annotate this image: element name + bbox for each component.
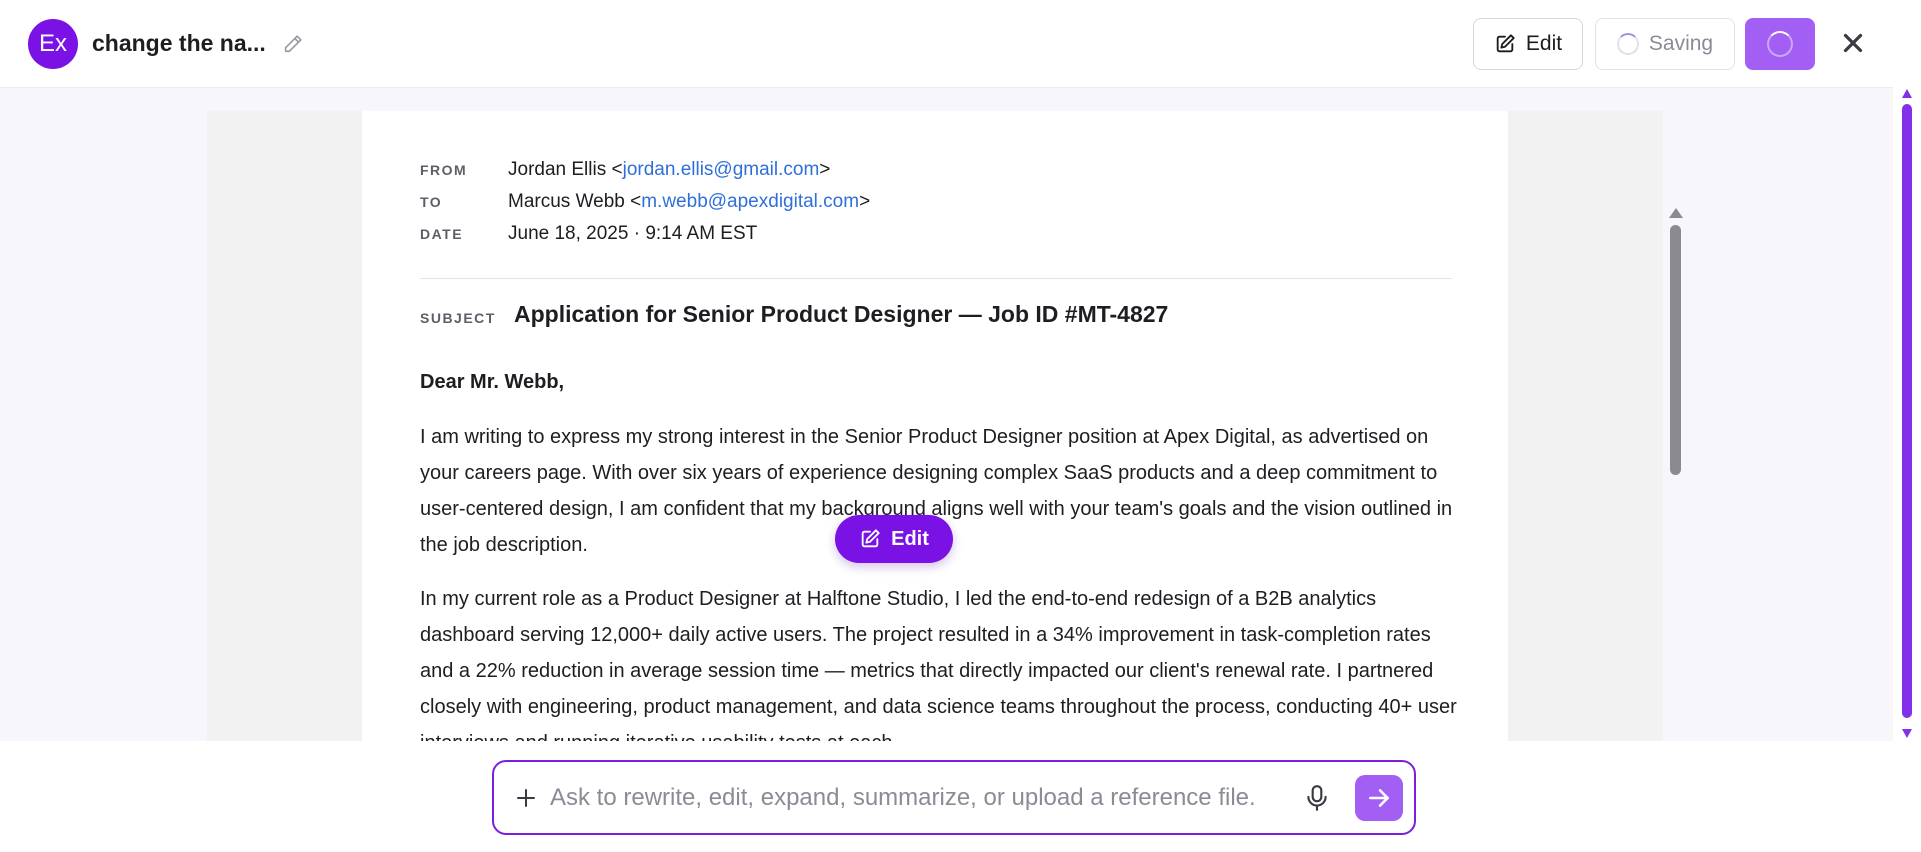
subject-label: SUBJECT: [420, 310, 496, 326]
saving-status-button: Saving: [1595, 18, 1735, 70]
composer-bar: [0, 741, 1893, 852]
saving-label: Saving: [1648, 32, 1714, 55]
header-divider: [420, 278, 1452, 279]
floating-edit-button[interactable]: Edit: [835, 515, 953, 563]
send-button[interactable]: [1355, 775, 1403, 821]
page-scrollbar-thumb[interactable]: [1902, 104, 1912, 718]
edit-button-label: Edit: [1525, 32, 1563, 55]
email-paragraph[interactable]: In my current role as a Product Designer…: [420, 581, 1460, 741]
prompt-input[interactable]: [550, 776, 1270, 820]
arrow-right-icon: [1369, 789, 1389, 807]
editor-workspace: FROM Jordan Ellis <jordan.ellis@gmail.co…: [0, 89, 1893, 741]
to-value: Marcus Webb <m.webb@apexdigital.com>: [508, 191, 871, 212]
document-scrollbar-thumb[interactable]: [1670, 225, 1681, 475]
from-email-link[interactable]: jordan.ellis@gmail.com: [623, 159, 820, 180]
date-value: June 18, 2025 · 9:14 AM EST: [508, 223, 758, 244]
edit-button[interactable]: Edit: [1473, 18, 1583, 70]
loading-spinner-icon: [1767, 31, 1793, 57]
edit-icon: [861, 529, 880, 548]
from-row: FROM Jordan Ellis <jordan.ellis@gmail.co…: [420, 159, 830, 181]
edit-icon: [1496, 34, 1515, 53]
plus-icon[interactable]: [514, 786, 538, 810]
to-label: TO: [420, 194, 443, 210]
avatar[interactable]: Ex: [28, 19, 78, 69]
scroll-up-arrow-icon[interactable]: [1901, 88, 1913, 100]
subject-value[interactable]: Application for Senior Product Designer …: [514, 301, 1168, 328]
email-greeting[interactable]: Dear Mr. Webb,: [420, 371, 564, 394]
floating-edit-label: Edit: [891, 527, 929, 550]
scroll-down-arrow-icon[interactable]: [1901, 727, 1913, 739]
close-icon[interactable]: [1838, 28, 1868, 58]
to-row: TO Marcus Webb <m.webb@apexdigital.com>: [420, 191, 870, 213]
page-scrollbar[interactable]: [1893, 0, 1921, 852]
from-label: FROM: [420, 162, 468, 178]
primary-action-button[interactable]: [1745, 18, 1815, 70]
from-value: Jordan Ellis <jordan.ellis@gmail.com>: [508, 159, 831, 180]
email-document[interactable]: FROM Jordan Ellis <jordan.ellis@gmail.co…: [362, 111, 1508, 741]
loading-spinner-icon: [1616, 33, 1639, 55]
to-email-link[interactable]: m.webb@apexdigital.com: [641, 191, 859, 212]
date-label: DATE: [420, 226, 464, 242]
document-title[interactable]: change the na...: [92, 30, 266, 57]
date-row: DATE June 18, 2025 · 9:14 AM EST: [420, 223, 757, 245]
microphone-icon[interactable]: [1304, 784, 1330, 812]
prompt-composer: [492, 760, 1416, 835]
top-bar: Ex change the na... Edit Saving: [0, 0, 1921, 88]
scroll-up-arrow-icon[interactable]: [1668, 207, 1684, 219]
rename-pencil-icon[interactable]: [282, 33, 304, 55]
